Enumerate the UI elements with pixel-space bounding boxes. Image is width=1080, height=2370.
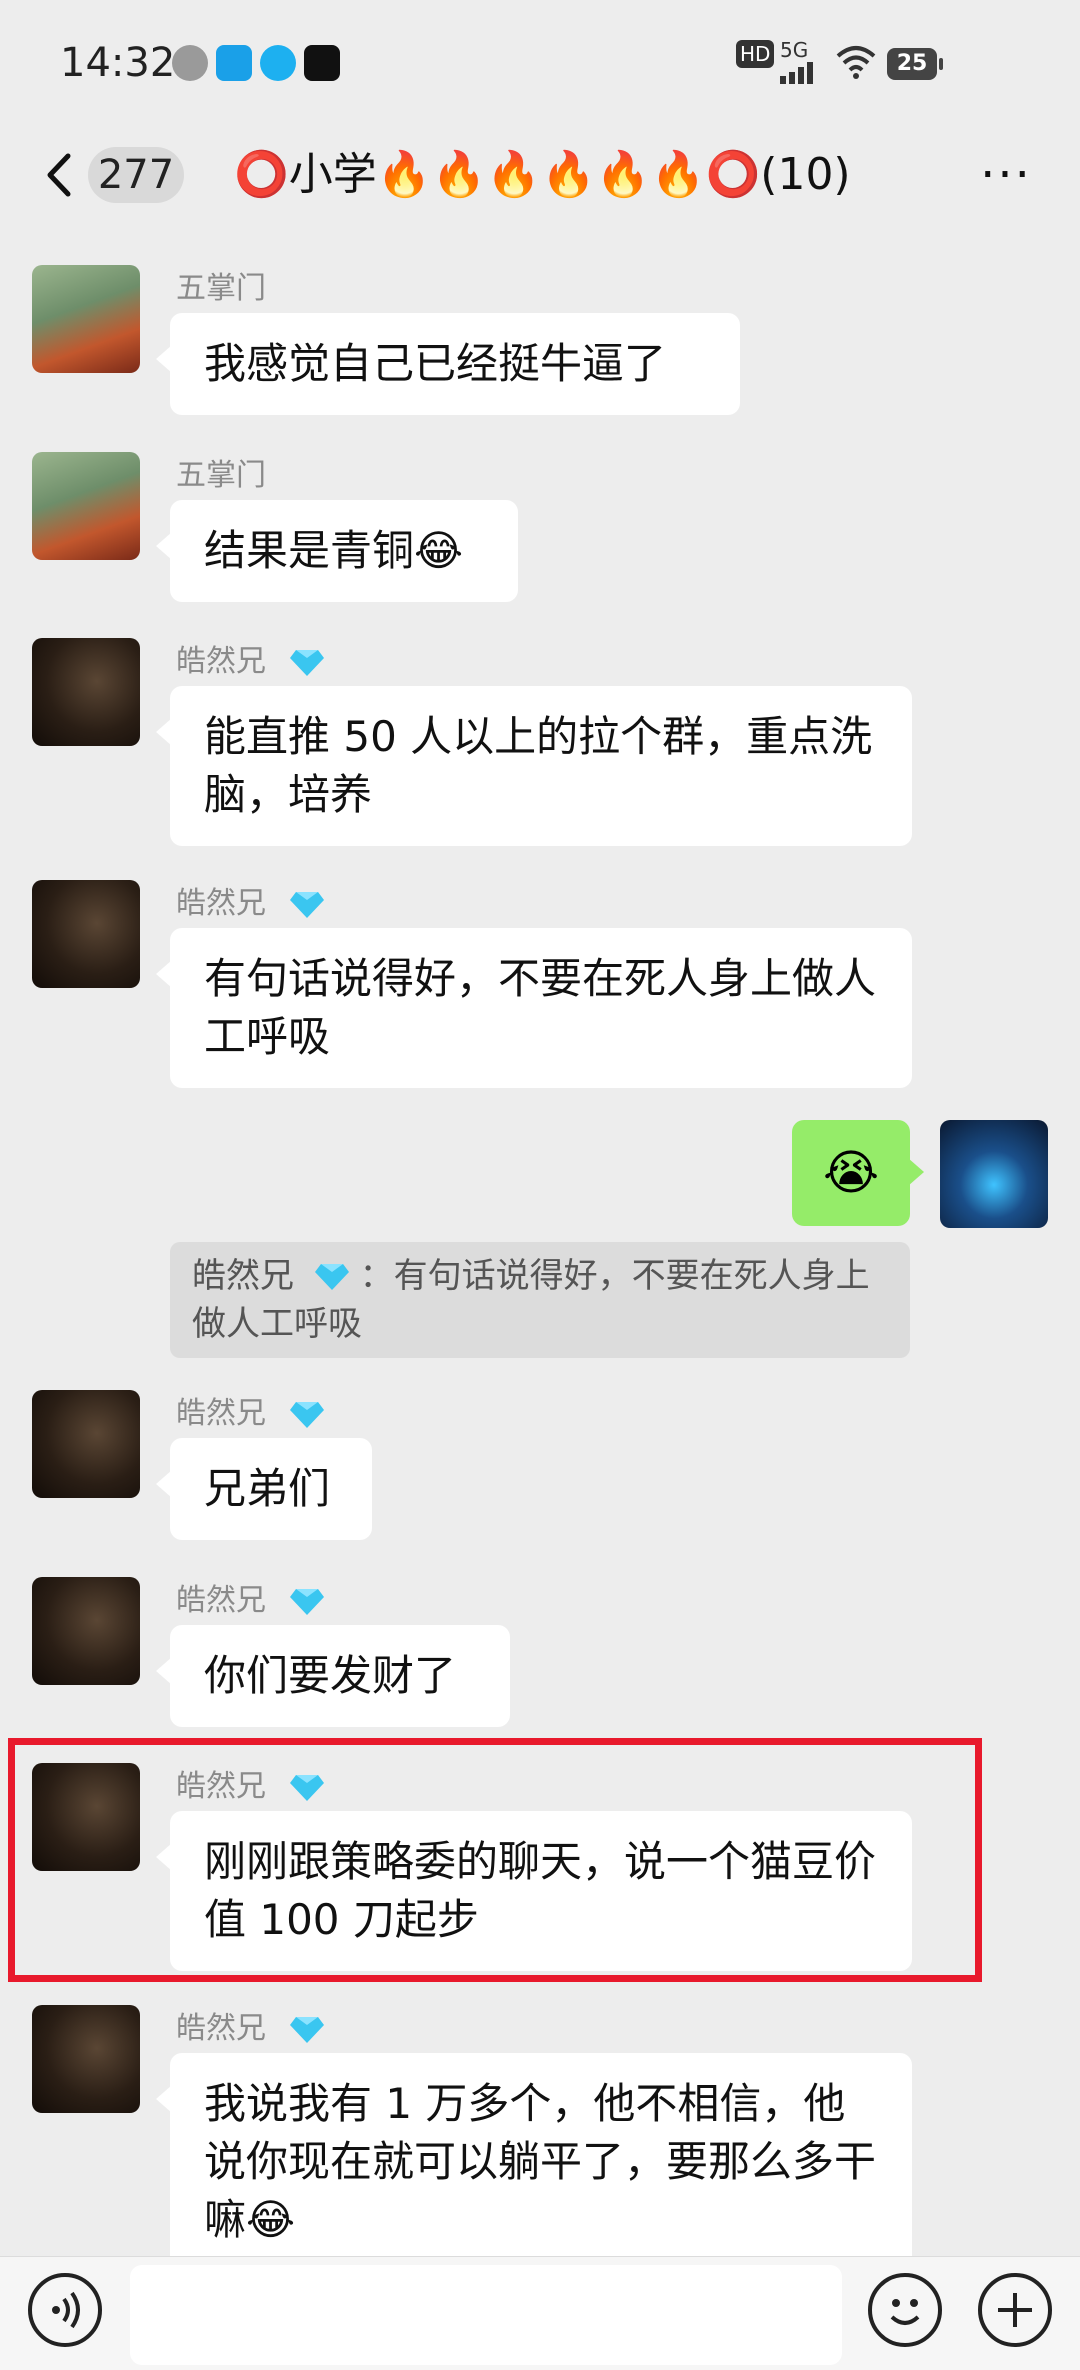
message-bubble[interactable]: 结果是青铜😂 <box>156 500 518 602</box>
man-avatar[interactable] <box>32 2005 140 2113</box>
diamond-badge-icon <box>290 1775 324 1801</box>
sender-name: 皓然兄 <box>176 886 266 921</box>
monk-avatar[interactable] <box>32 452 140 560</box>
message-bubble[interactable]: 我说我有 1 万多个，他不相信，他说你现在就可以躺平了，要那么多干嘛😂 <box>156 2053 912 2271</box>
unread-count-badge[interactable]: 277 <box>88 147 184 203</box>
message-input[interactable] <box>130 2265 842 2365</box>
sender-name: 皓然兄 <box>176 1769 266 1804</box>
diamond-badge-icon <box>290 892 324 918</box>
message-emoji: 😭 <box>822 1145 880 1201</box>
voice-icon <box>52 2291 80 2329</box>
back-button[interactable] <box>40 150 80 200</box>
message-bubble[interactable]: 刚刚跟策略委的聊天，说一个猫豆价值 100 刀起步 <box>156 1811 912 1971</box>
app-blue-icon <box>216 45 252 81</box>
status-bar: 14:32 HD 5G 25 <box>0 0 1080 125</box>
tiktok-icon <box>304 45 340 81</box>
sender-name: 五掌门 <box>176 458 266 493</box>
wechat-icon <box>172 45 208 81</box>
message-bubble[interactable]: 我感觉自己已经挺牛逼了 <box>156 313 740 415</box>
emoji-button[interactable] <box>868 2273 942 2347</box>
message-bubble[interactable]: 有句话说得好，不要在死人身上做人工呼吸 <box>156 928 912 1088</box>
quote-sender: 皓然兄 <box>192 1256 294 1296</box>
man-avatar[interactable] <box>32 1577 140 1685</box>
chat-header: 277 ⭕小学🔥🔥🔥🔥🔥🔥⭕(10) ··· <box>0 125 1080 235</box>
man-avatar[interactable] <box>32 638 140 746</box>
chat-title: ⭕小学🔥🔥🔥🔥🔥🔥⭕(10) <box>234 149 851 200</box>
more-options-button[interactable]: ··· <box>976 145 1036 205</box>
plus-button[interactable] <box>978 2273 1052 2347</box>
sender-name: 皓然兄 <box>176 1396 266 1431</box>
qq-icon <box>260 45 296 81</box>
network-label: 5G <box>780 38 809 62</box>
diamond-badge-icon <box>314 1264 349 1290</box>
man-avatar[interactable] <box>32 880 140 988</box>
sender-name: 皓然兄 <box>176 2011 266 2046</box>
message-bubble[interactable]: 你们要发财了 <box>156 1625 510 1727</box>
voice-button[interactable] <box>28 2273 102 2347</box>
monk-avatar[interactable] <box>32 265 140 373</box>
battery-indicator: 25 <box>887 48 943 80</box>
signal-icon <box>780 62 813 84</box>
quoted-message[interactable]: 皓然兄 ：有句话说得好，不要在死人身上做人工呼吸 <box>170 1242 910 1358</box>
man-avatar[interactable] <box>32 1763 140 1871</box>
quote-text: ：有句话说得好，不要在死人身上做人工呼吸 <box>192 1256 870 1344</box>
self-message-bubble[interactable]: 😭 <box>792 1120 924 1226</box>
message-bubble[interactable]: 能直推 50 人以上的拉个群，重点洗脑，培养 <box>156 686 912 846</box>
diamond-badge-icon <box>290 650 324 676</box>
message-bubble[interactable]: 兄弟们 <box>156 1438 372 1540</box>
chevron-left-icon <box>47 153 71 197</box>
sender-name: 皓然兄 <box>176 644 266 679</box>
diamond-badge-icon <box>290 1402 324 1428</box>
sender-name: 五掌门 <box>176 271 266 306</box>
input-toolbar <box>0 2256 1080 2370</box>
hd-label: HD <box>736 40 775 68</box>
plus-icon <box>998 2293 1032 2327</box>
diamond-badge-icon <box>290 2017 324 2043</box>
wifi-icon <box>836 46 876 79</box>
man-avatar[interactable] <box>32 1390 140 1498</box>
chat-screen: 14:32 HD 5G 25 277 ⭕小学🔥🔥🔥🔥🔥🔥⭕(10) ··· 五掌… <box>0 0 1080 2370</box>
status-time: 14:32 <box>60 40 176 86</box>
car-avatar[interactable] <box>940 1120 1048 1228</box>
sender-name: 皓然兄 <box>176 1583 266 1618</box>
diamond-badge-icon <box>290 1589 324 1615</box>
emoji-icon <box>890 2299 920 2325</box>
